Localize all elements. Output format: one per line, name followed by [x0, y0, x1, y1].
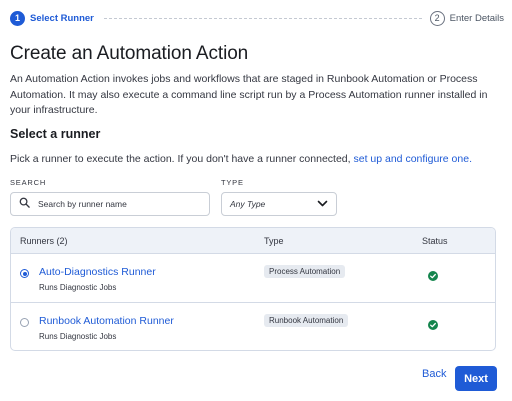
check-circle-icon [428, 268, 438, 281]
page-title: Create an Automation Action [10, 43, 249, 64]
step-1-label: Select Runner [30, 12, 94, 24]
back-button[interactable]: Back [422, 368, 446, 380]
runner-type-badge: Runbook Automation [264, 314, 349, 327]
runner-radio[interactable] [20, 269, 29, 278]
section-title: Select a runner [10, 127, 101, 141]
runner-name[interactable]: Runbook Automation Runner [39, 315, 174, 327]
page-description: An Automation Action invokes jobs and wo… [10, 73, 488, 116]
step-1-indicator: 1 [10, 10, 25, 26]
setup-runner-link[interactable]: set up and configure one. [353, 153, 472, 165]
next-button[interactable]: Next [455, 366, 497, 391]
stepper-connector [103, 17, 422, 19]
step-2-indicator: 2 [429, 10, 445, 26]
runner-radio[interactable] [20, 318, 29, 327]
step-2-label: Enter Details [449, 12, 504, 24]
runner-type-badge: Process Automation [264, 265, 346, 278]
pick-runner-text: Pick a runner to execute the action. If … [10, 153, 472, 165]
search-field[interactable] [10, 192, 210, 216]
table-row[interactable]: Runbook Automation Runner Runs Diagnosti… [11, 304, 495, 350]
table-row[interactable]: Auto-Diagnostics Runner Runs Diagnostic … [11, 255, 495, 303]
pick-runner-prefix: Pick a runner to execute the action. If … [10, 153, 354, 165]
runner-name[interactable]: Auto-Diagnostics Runner [39, 266, 156, 278]
search-label: SEARCH [10, 178, 47, 187]
table-header: Runners (2) Type Status [11, 228, 495, 254]
column-header-type: Type [264, 236, 284, 246]
type-label: TYPE [221, 178, 244, 187]
search-icon [19, 195, 30, 213]
search-input[interactable] [38, 199, 198, 209]
type-select-value: Any Type [230, 199, 266, 209]
column-header-status: Status [422, 236, 448, 246]
type-select[interactable]: Any Type [221, 192, 337, 216]
runner-subtitle: Runs Diagnostic Jobs [39, 332, 117, 341]
runner-subtitle: Runs Diagnostic Jobs [39, 283, 117, 292]
stepper: 1 Select Runner 2 Enter Details [10, 10, 504, 26]
runners-table: Runners (2) Type Status Auto-Diagnostics… [10, 227, 496, 351]
chevron-down-icon [317, 195, 328, 213]
column-header-runners: Runners (2) [20, 236, 68, 246]
check-circle-icon [428, 317, 438, 330]
